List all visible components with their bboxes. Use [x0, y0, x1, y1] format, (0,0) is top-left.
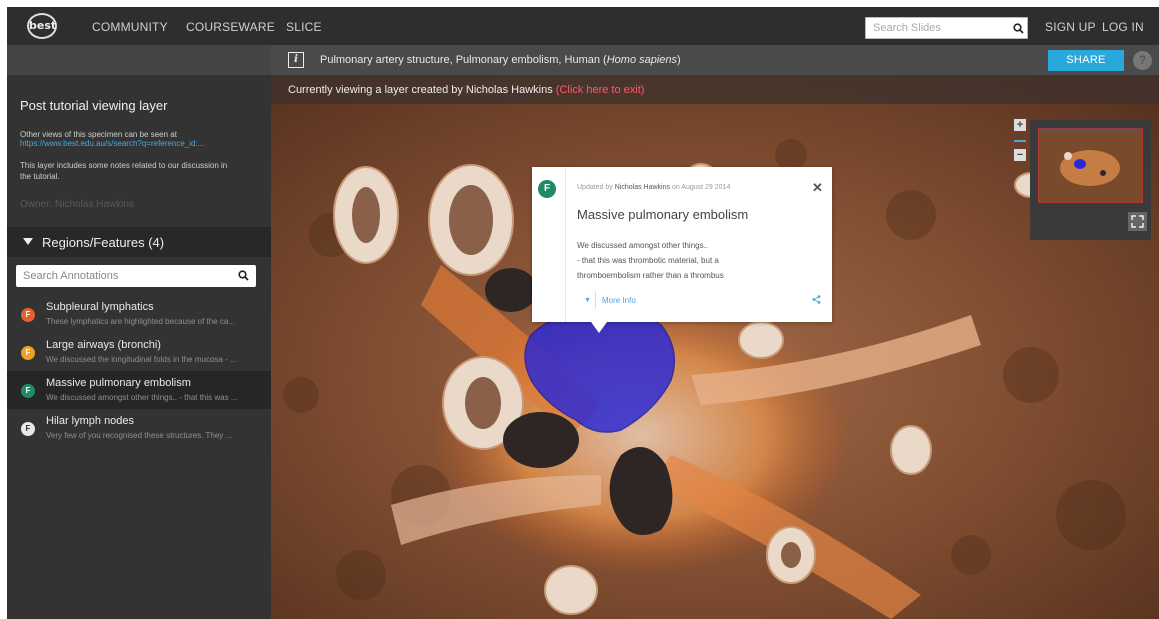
best-logo[interactable]: best — [27, 13, 57, 39]
annotation-item[interactable]: F Subpleural lymphatics These lymphatics… — [7, 295, 271, 333]
specimen-species: Homo sapiens — [606, 54, 678, 66]
annotation-popup: F Updated by Nicholas Hawkins on August … — [532, 167, 832, 333]
log-in-link[interactable]: LOG IN — [1102, 20, 1144, 34]
specimen-title: Pulmonary artery structure, Pulmonary em… — [320, 54, 681, 66]
zoom-in-button[interactable]: + — [1014, 119, 1026, 131]
popup-body-line: - that this was thrombotic material, but… — [577, 256, 719, 265]
regions-features-toggle[interactable]: Regions/Features (4) — [7, 227, 271, 257]
popup-title: Massive pulmonary embolism — [577, 207, 749, 222]
nav-courseware[interactable]: COURSEWARE — [186, 20, 275, 34]
zoom-out-button[interactable]: − — [1014, 149, 1026, 161]
specimen-title-end: ) — [677, 54, 681, 66]
search-icon[interactable] — [238, 270, 249, 281]
layer-notice-text: Currently viewing a layer created by Nic… — [288, 84, 556, 96]
annotation-search-input[interactable] — [23, 268, 223, 284]
feature-badge-icon: F — [21, 308, 35, 322]
feature-badge-icon: F — [21, 384, 35, 398]
popup-updated-date: on August 29 2014 — [670, 184, 731, 191]
annotation-item[interactable]: F Large airways (bronchi) We discussed t… — [7, 333, 271, 371]
layer-notes-line2: the tutorial. — [20, 172, 60, 181]
other-views-link[interactable]: https://www.best.edu.au/s/search?q=refer… — [20, 139, 204, 148]
zoom-level-indicator — [1014, 140, 1026, 142]
popup-updated-prefix: Updated by — [577, 184, 615, 191]
top-navigation-bar: best COMMUNITY COURSEWARE SLICE SIGN UP … — [7, 7, 1159, 45]
specimen-title-text: Pulmonary artery structure, Pulmonary em… — [320, 54, 607, 66]
annotation-description: Very few of you recognised these structu… — [46, 431, 233, 440]
sign-up-link[interactable]: SIGN UP — [1045, 20, 1096, 34]
annotation-title: Hilar lymph nodes — [46, 415, 135, 427]
more-info-link[interactable]: More Info — [602, 296, 636, 305]
layer-title: Post tutorial viewing layer — [20, 98, 168, 113]
close-icon[interactable]: ✕ — [812, 180, 823, 196]
nav-community[interactable]: COMMUNITY — [92, 20, 168, 34]
share-button[interactable]: SHARE — [1048, 50, 1124, 71]
search-icon[interactable] — [1013, 23, 1024, 34]
annotation-title: Subpleural lymphatics — [46, 301, 154, 313]
expand-icon — [1131, 215, 1144, 228]
regions-features-label: Regions/Features (4) — [42, 235, 165, 250]
annotation-search-box — [16, 265, 256, 287]
annotation-title: Massive pulmonary embolism — [46, 377, 191, 389]
specimen-title-bar: i Pulmonary artery structure, Pulmonary … — [271, 45, 1159, 75]
help-icon[interactable]: ? — [1133, 51, 1152, 70]
layer-notes-line1: This layer includes some notes related t… — [20, 161, 228, 170]
feature-badge-icon: F — [21, 422, 35, 436]
chevron-down-icon[interactable]: ▼ — [584, 297, 591, 304]
popup-pointer — [591, 322, 607, 333]
layer-notice-bar: Currently viewing a layer created by Nic… — [271, 75, 1159, 104]
annotation-title: Large airways (bronchi) — [46, 339, 161, 351]
layer-notice: Currently viewing a layer created by Nic… — [288, 84, 644, 96]
popup-divider — [595, 291, 596, 309]
slide-search-input[interactable] — [873, 20, 1003, 36]
annotation-item[interactable]: F Hilar lymph nodes Very few of you reco… — [7, 409, 271, 447]
feature-badge-icon: F — [538, 180, 556, 198]
app-window: best COMMUNITY COURSEWARE SLICE SIGN UP … — [7, 7, 1159, 619]
slide-search-box — [865, 17, 1028, 39]
minimap[interactable] — [1030, 120, 1151, 240]
popup-body-line: We discussed amongst other things.. — [577, 241, 709, 250]
exit-layer-link[interactable]: (Click here to exit) — [556, 84, 645, 96]
popup-author: Nicholas Hawkins — [614, 184, 670, 191]
sidebar-header-strip — [7, 45, 271, 75]
popup-updated-info: Updated by Nicholas Hawkins on August 29… — [577, 184, 730, 191]
share-icon[interactable] — [812, 295, 821, 304]
minimap-thumbnail[interactable] — [1038, 128, 1143, 203]
fullscreen-button[interactable] — [1128, 212, 1147, 231]
annotation-description: We discussed amongst other things.. - th… — [46, 393, 238, 402]
feature-badge-icon: F — [21, 346, 35, 360]
layer-sidebar: Post tutorial viewing layer Other views … — [7, 45, 271, 619]
annotation-item-selected[interactable]: F Massive pulmonary embolism We discusse… — [7, 371, 271, 409]
nav-slice[interactable]: SLICE — [286, 20, 322, 34]
slide-viewer[interactable]: Currently viewing a layer created by Nic… — [271, 75, 1159, 619]
popup-body-line: thromboembolism rather than a thrombus — [577, 271, 724, 280]
layer-owner: Owner: Nicholas Hawkins — [20, 199, 134, 210]
collapse-triangle-icon — [23, 238, 33, 245]
info-icon[interactable]: i — [288, 52, 304, 68]
annotation-description: We discussed the longitudinal folds in t… — [46, 355, 237, 364]
annotation-description: These lymphatics are highlighted because… — [46, 317, 235, 326]
